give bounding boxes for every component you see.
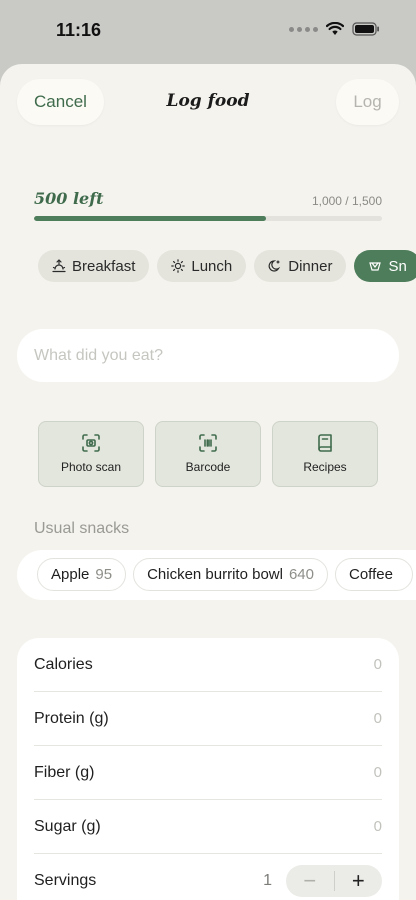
snack-name: Apple — [51, 566, 90, 583]
calorie-progress-text: 1,000 / 1,500 — [311, 194, 382, 208]
nutrition-label: Fiber (g) — [34, 763, 95, 781]
status-bar: 11:16 — [0, 0, 416, 64]
nutrition-label: Sugar (g) — [34, 817, 101, 835]
snack-calories: 640 — [288, 566, 314, 583]
nutrition-row-fiber[interactable]: Fiber (g) 0 — [34, 746, 382, 800]
snack-icon — [369, 262, 382, 271]
sunrise-icon — [52, 259, 66, 273]
calorie-progress-bar — [34, 216, 382, 221]
fiber-value[interactable]: 0 — [374, 764, 382, 781]
meal-chip-breakfast[interactable]: Breakfast — [38, 250, 150, 282]
camera-scan-icon — [82, 434, 100, 452]
nutrition-row-calories[interactable]: Calories 0 — [34, 638, 382, 692]
sugar-value[interactable]: 0 — [374, 818, 382, 835]
nutrition-row-servings: Servings 1 − + — [34, 854, 382, 900]
log-button[interactable]: Log — [336, 79, 399, 125]
cellular-dots-icon — [289, 26, 318, 32]
usual-snacks-title: Usual snacks — [34, 520, 130, 537]
wifi-icon — [326, 22, 344, 36]
nutrition-label: Protein (g) — [34, 709, 109, 727]
meal-chip-label: Dinner — [288, 257, 333, 275]
book-icon — [318, 434, 332, 452]
meal-selector: Breakfast Lunch Dinner Sn — [38, 250, 416, 282]
calories-value[interactable]: 0 — [374, 656, 382, 673]
snack-name: Coffee — [349, 566, 393, 583]
photo-scan-button[interactable]: Photo scan — [38, 421, 144, 487]
moon-icon — [268, 260, 281, 272]
meal-chip-lunch[interactable]: Lunch — [157, 250, 247, 282]
barcode-button[interactable]: Barcode — [155, 421, 261, 487]
meal-chip-dinner[interactable]: Dinner — [254, 250, 347, 282]
nutrition-card: Calories 0 Protein (g) 0 Fiber (g) 0 Sug… — [17, 638, 399, 900]
meal-chip-label: Lunch — [191, 257, 233, 275]
barcode-icon — [199, 434, 217, 452]
snack-name: Chicken burrito bowl — [147, 566, 283, 583]
servings-label: Servings — [34, 872, 97, 889]
battery-icon — [352, 22, 380, 36]
meal-chip-snack[interactable]: Sn — [354, 250, 416, 282]
snack-chip-apple[interactable]: Apple 95 — [37, 558, 127, 591]
meal-chip-label: Breakfast — [72, 257, 136, 275]
food-search-input[interactable] — [17, 329, 399, 382]
snack-calories: 95 — [95, 566, 113, 583]
decrement-button[interactable]: − — [286, 865, 334, 897]
nutrition-row-sugar[interactable]: Sugar (g) 0 — [34, 800, 382, 854]
meal-chip-label: Sn — [388, 257, 407, 275]
servings-stepper: − + — [286, 865, 382, 897]
increment-button[interactable]: + — [335, 865, 383, 897]
status-icons — [289, 22, 380, 36]
log-methods: Photo scan Barcode Recipes — [38, 421, 378, 487]
snack-chip-coffee[interactable]: Coffee — [335, 558, 413, 591]
calorie-progress-fill — [34, 216, 267, 221]
servings-value: 1 — [263, 872, 272, 889]
recipes-button[interactable]: Recipes — [272, 421, 378, 487]
snack-chip-chicken-burrito-bowl[interactable]: Chicken burrito bowl 640 — [133, 558, 328, 591]
usual-snacks-list[interactable]: Apple 95 Chicken burrito bowl 640 Coffee — [17, 550, 416, 600]
log-food-sheet: Cancel Log food Log 500 left 1,000 / 1,5… — [0, 64, 416, 900]
photo-scan-label: Photo scan — [60, 460, 122, 474]
status-time: 11:16 — [56, 20, 102, 40]
barcode-label: Barcode — [185, 460, 231, 474]
sun-icon — [171, 259, 186, 273]
protein-value[interactable]: 0 — [374, 710, 382, 727]
calories-left-text: 500 left — [34, 189, 104, 208]
nutrition-row-protein[interactable]: Protein (g) 0 — [34, 692, 382, 746]
nutrition-label: Calories — [34, 655, 93, 673]
recipes-label: Recipes — [303, 460, 347, 474]
